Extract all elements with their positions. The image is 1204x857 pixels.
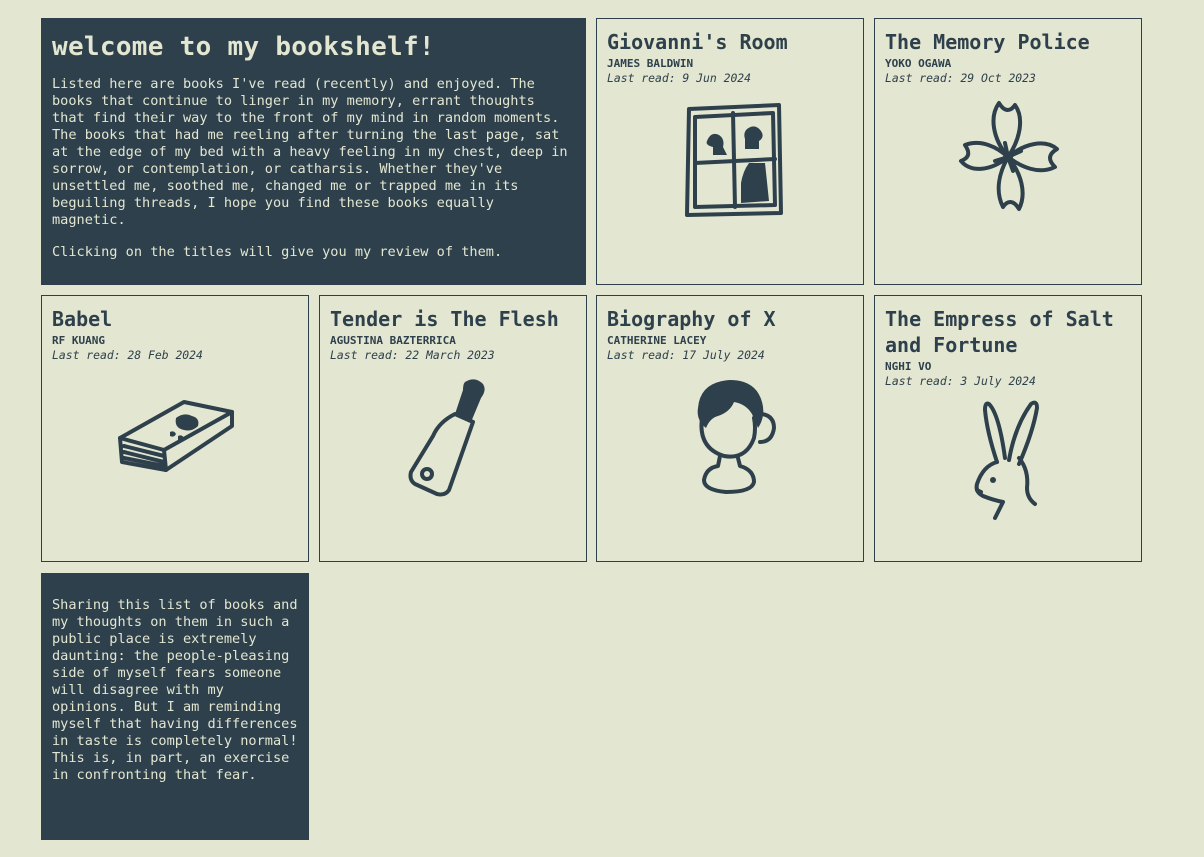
book-card: Babel RF KUANG Last read: 28 Feb 2024: [41, 295, 309, 562]
book-title-link[interactable]: The Memory Police: [885, 29, 1131, 55]
book-icon: [42, 396, 308, 476]
book-card: Tender is The Flesh AGUSTINA BAZTERRICA …: [319, 295, 587, 562]
flower-icon: [875, 99, 1141, 217]
book-card: Biography of X CATHERINE LACEY Last read…: [596, 295, 864, 562]
page-title: welcome to my bookshelf!: [52, 32, 435, 62]
intro-panel: welcome to my bookshelf! Listed here are…: [41, 18, 586, 285]
book-last-read: Last read: 3 July 2024: [885, 374, 1036, 388]
book-title-link[interactable]: Babel: [52, 306, 298, 332]
book-last-read: Last read: 17 July 2024: [607, 348, 765, 362]
bookshelf-grid: welcome to my bookshelf! Listed here are…: [0, 0, 1204, 857]
outro-panel: Sharing this list of books and my though…: [41, 573, 309, 840]
window-icon: [597, 101, 863, 219]
book-author: RF KUANG: [52, 334, 105, 347]
book-author: NGHI VO: [885, 360, 932, 373]
book-author: JAMES BALDWIN: [607, 57, 694, 70]
book-title-link[interactable]: Tender is The Flesh: [330, 306, 576, 332]
book-title-link[interactable]: Biography of X: [607, 306, 853, 332]
bust-icon: [597, 378, 863, 494]
book-last-read: Last read: 29 Oct 2023: [885, 71, 1036, 85]
book-author: AGUSTINA BAZTERRICA: [330, 334, 456, 347]
book-last-read: Last read: 9 Jun 2024: [607, 71, 752, 85]
outro-text: Sharing this list of books and my though…: [52, 597, 298, 783]
intro-instruction: Clicking on the titles will give you my …: [52, 244, 503, 260]
book-author: YOKO OGAWA: [885, 57, 952, 70]
book-author: CATHERINE LACEY: [607, 334, 707, 347]
book-card: The Memory Police YOKO OGAWA Last read: …: [874, 18, 1142, 285]
book-last-read: Last read: 28 Feb 2024: [52, 348, 203, 362]
intro-paragraph: Listed here are books I've read (recentl…: [52, 76, 568, 228]
book-title-link[interactable]: The Empress of Salt and Fortune: [885, 306, 1131, 358]
cleaver-icon: [320, 376, 586, 498]
book-last-read: Last read: 22 March 2023: [330, 348, 495, 362]
book-card: The Empress of Salt and Fortune NGHI VO …: [874, 295, 1142, 562]
book-title-link[interactable]: Giovanni's Room: [607, 29, 853, 55]
rabbit-icon: [875, 400, 1141, 526]
book-card: Giovanni's Room JAMES BALDWIN Last read:…: [596, 18, 864, 285]
